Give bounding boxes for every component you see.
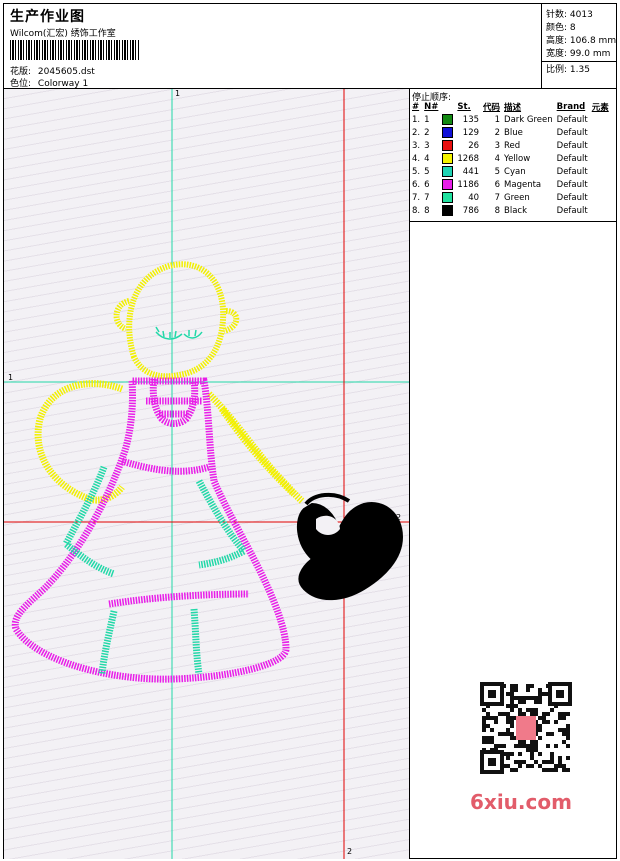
table-row: 5. 5 441 5 Cyan Default — [410, 165, 611, 178]
cell-st: 441 — [462, 166, 480, 177]
table-row: 6. 6 1186 6 Magenta Default — [410, 178, 611, 191]
wing-outline — [34, 380, 305, 504]
dress-panels — [61, 465, 250, 675]
embroidery-drawing — [4, 89, 409, 859]
cell-desc: Red — [504, 140, 521, 151]
table-header-row: # N# St. 代码 描述 Brand 元素 — [412, 102, 609, 113]
cell-code: 7 — [494, 192, 501, 203]
cell-n: 7 — [424, 192, 430, 203]
header-panel: 生产作业图 Wilcom(汇宏) 绣饰工作室 花版: 2045605.dst 色… — [4, 4, 540, 89]
stitch-count: 4013 — [569, 10, 593, 20]
design-ratio: 1.35 — [569, 65, 590, 75]
head-outline — [113, 261, 240, 380]
cell-desc: Magenta — [504, 179, 542, 190]
cell-n: 2 — [424, 127, 430, 138]
cell-code: 5 — [494, 166, 501, 177]
cell-desc: Black — [504, 205, 528, 216]
axis-bottom-label: 2 — [347, 847, 353, 856]
cell-desc: Yellow — [504, 153, 531, 164]
cell-idx: 4. — [412, 153, 421, 164]
design-height: 106.8 mm — [569, 36, 617, 46]
basket-shape — [296, 492, 404, 601]
stop-sequence-panel: 停止顺序: # N# St. 代码 描述 Brand 元素 1. 1 135 1 Dar… — [409, 89, 616, 221]
color-swatch — [442, 140, 454, 151]
table-row: 2. 2 129 2 Blue Default — [410, 126, 611, 139]
cell-brand: Default — [556, 153, 588, 164]
cell-st: 1268 — [457, 153, 480, 164]
cell-idx: 3. — [412, 140, 421, 151]
cell-n: 5 — [424, 166, 430, 177]
cell-st: 135 — [462, 114, 480, 125]
cell-code: 1 — [494, 114, 501, 125]
cell-n: 4 — [424, 153, 430, 164]
cell-desc: Green — [504, 192, 530, 203]
cell-n: 3 — [424, 140, 430, 151]
face-lines — [155, 326, 203, 340]
table-row: 7. 7 40 7 Green Default — [410, 191, 611, 204]
dress-outline — [11, 377, 290, 683]
design-info-panel: 针数: 4013 颜色: 8 高度: 106.8 mm 宽度: 99.0 mm … — [541, 4, 617, 88]
axis-right-label: 2 — [396, 513, 402, 522]
cell-n: 1 — [424, 114, 430, 125]
cell-code: 2 — [494, 127, 501, 138]
color-count: 8 — [569, 23, 576, 33]
barcode-icon — [10, 40, 140, 60]
cell-idx: 1. — [412, 114, 421, 125]
cell-n: 8 — [424, 205, 430, 216]
table-row: 1. 1 135 1 Dark Green Default — [410, 113, 611, 126]
table-row: 4. 4 1268 4 Yellow Default — [410, 152, 611, 165]
cell-brand: Default — [556, 205, 588, 216]
axis-top-label: 1 — [175, 89, 181, 98]
design-width: 99.0 mm — [569, 49, 611, 59]
cell-brand: Default — [556, 192, 588, 203]
page-title: 生产作业图 — [10, 9, 85, 25]
cell-code: 4 — [494, 153, 501, 164]
axis-left-label: 1 — [8, 373, 14, 382]
color-swatch — [442, 127, 454, 138]
cell-desc: Cyan — [504, 166, 526, 177]
cell-idx: 5. — [412, 166, 421, 177]
table-row: 8. 8 786 8 Black Default — [410, 204, 611, 217]
table-row: 3. 3 26 3 Red Default — [410, 139, 611, 152]
color-swatch — [442, 166, 454, 177]
cell-idx: 7. — [412, 192, 421, 203]
cell-brand: Default — [556, 140, 588, 151]
cell-brand: Default — [556, 127, 588, 138]
cell-desc: Blue — [504, 127, 523, 138]
color-swatch — [442, 153, 454, 164]
cell-desc: Dark Green — [504, 114, 553, 125]
cell-st: 786 — [462, 205, 480, 216]
stop-sequence-table: # N# St. 代码 描述 Brand 元素 1. 1 135 1 Dark Gree… — [410, 101, 611, 217]
embroidery-canvas: 1 1 2 2 — [4, 89, 409, 859]
cell-code: 6 — [494, 179, 501, 190]
color-swatch — [442, 114, 454, 125]
cell-idx: 8. — [412, 205, 421, 216]
panel-divider — [409, 221, 616, 222]
cell-idx: 6. — [412, 179, 421, 190]
cell-n: 6 — [424, 179, 430, 190]
watermark-text: 6xiu.com — [470, 790, 572, 814]
cell-brand: Default — [556, 179, 588, 190]
cell-idx: 2. — [412, 127, 421, 138]
cell-brand: Default — [556, 114, 588, 125]
color-swatch — [442, 179, 454, 190]
cell-st: 1186 — [457, 179, 480, 190]
color-swatch — [442, 192, 454, 203]
cell-brand: Default — [556, 166, 588, 177]
cell-st: 40 — [468, 192, 480, 203]
color-swatch — [442, 205, 454, 216]
cell-code: 3 — [494, 140, 501, 151]
qr-code-icon — [470, 680, 582, 780]
cell-st: 129 — [462, 127, 480, 138]
cell-code: 8 — [494, 205, 501, 216]
company-name: Wilcom(汇宏) 绣饰工作室 — [10, 29, 116, 39]
cell-st: 26 — [468, 140, 480, 151]
